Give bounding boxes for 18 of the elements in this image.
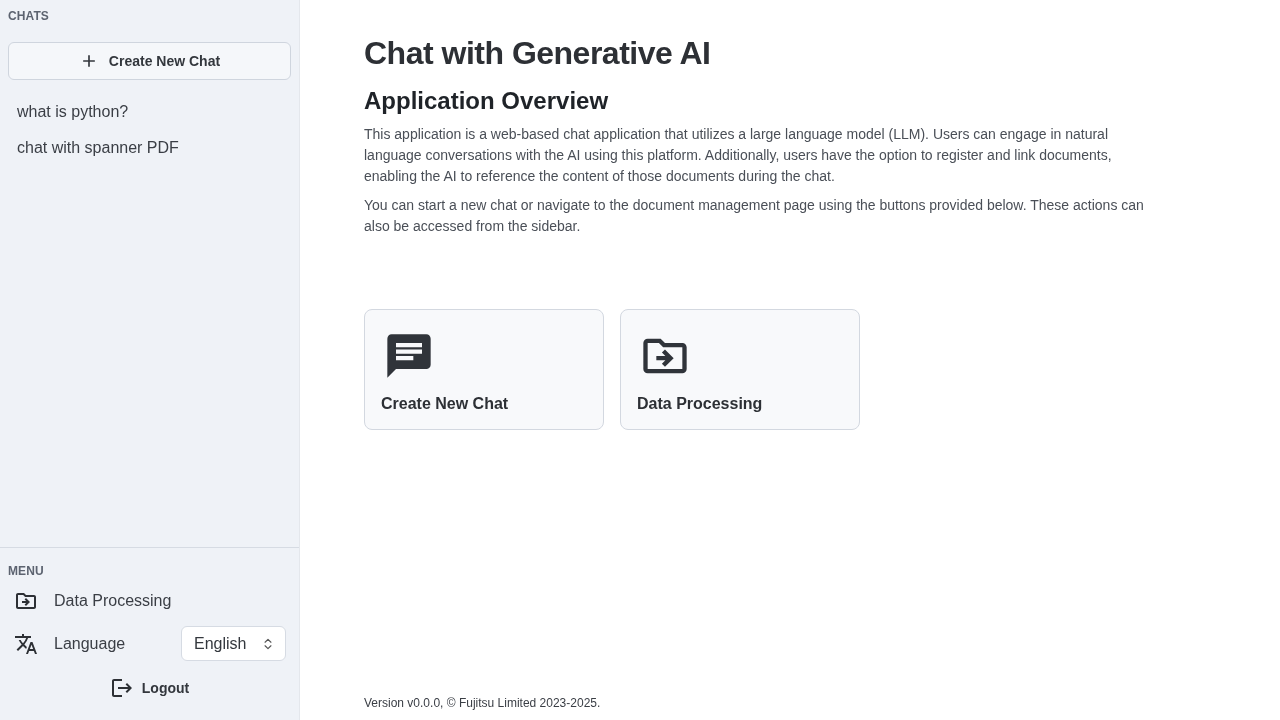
section-title: Application Overview xyxy=(364,86,610,116)
data-processing-link[interactable]: Data Processing xyxy=(8,588,178,613)
data-processing-card[interactable]: Data Processing xyxy=(620,309,860,430)
new-chat-card[interactable]: Create New Chat xyxy=(364,309,604,430)
page-title: Chat with Generative AI xyxy=(364,34,712,72)
chat-item[interactable]: chat with spanner PDF xyxy=(8,130,188,166)
chat-item[interactable]: what is python? xyxy=(8,94,138,130)
overview-paragraph: You can start a new chat or navigate to the document management page using the buttons provided below. These actions can also be accessed from the sidebar. xyxy=(364,196,1145,236)
logout-button[interactable]: Logout xyxy=(105,674,194,702)
translate-icon xyxy=(14,631,38,656)
new-chat-button[interactable]: Create New Chat xyxy=(8,42,291,80)
language-label: Language xyxy=(54,634,126,653)
logout-icon xyxy=(109,676,134,700)
version-footer: Version v0.0.0, © Fujitsu Limited 2023-2025. xyxy=(364,696,1216,710)
menu-heading: MENU xyxy=(8,564,45,578)
chats-heading: CHATS xyxy=(8,9,50,23)
overview-paragraph: This application is a web-based chat application that utilizes a large language model (LLM). Users can engage in natural language conversations with the AI using this platform. Additionally, users have the option to register and link documents, enabling the AI to reference the content of those documents during the chat. xyxy=(364,125,1113,186)
language-select[interactable]: English xyxy=(181,626,286,661)
